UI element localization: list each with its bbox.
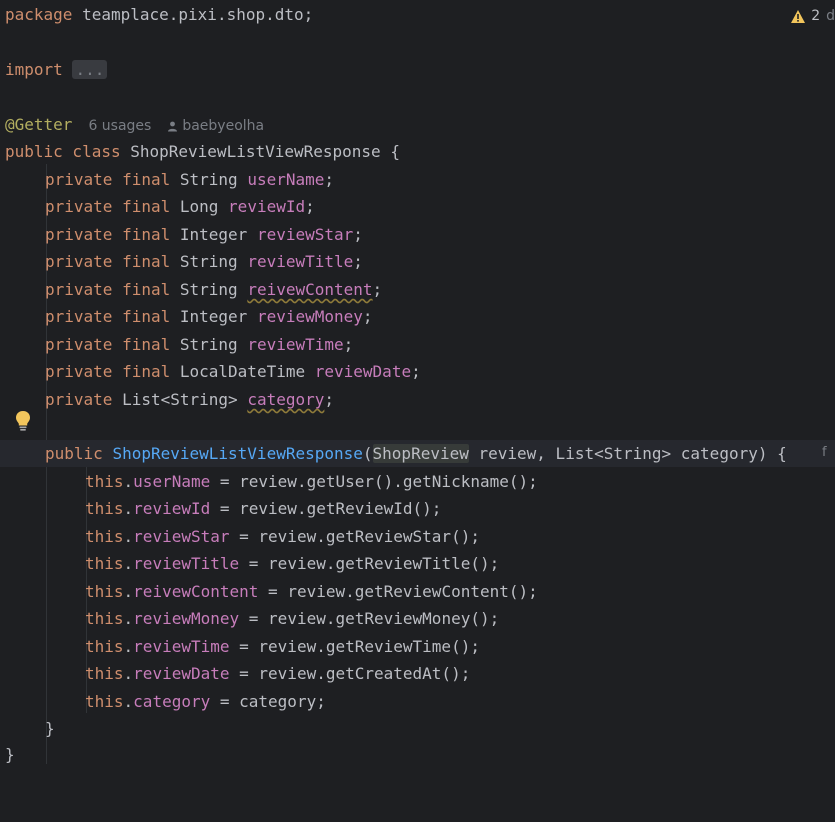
method-closing-brace: } — [45, 719, 55, 738]
field-name: reviewId — [228, 197, 306, 216]
code-line-annotation[interactable]: @Getter 6 usages baebyeolha — [0, 111, 835, 138]
code-line-field[interactable]: private final String userName; — [0, 166, 835, 193]
code-line-close-method[interactable]: } — [0, 715, 835, 742]
field-name: reivewContent — [247, 280, 373, 299]
assigned-field: reviewId — [133, 499, 211, 518]
field-modifiers: private final — [45, 307, 171, 326]
code-editor[interactable]: 2 d package teamplace.pixi.shop.dto; imp… — [0, 0, 835, 768]
field-type: Integer — [179, 307, 248, 326]
field-type: String — [179, 252, 238, 271]
field-modifiers: private final — [45, 280, 171, 299]
code-line-assignment[interactable]: this.userName = review.getUser().getNick… — [0, 468, 835, 495]
field-name: reviewTime — [247, 335, 344, 354]
class-modifiers: public class — [5, 142, 121, 161]
field-modifiers: private final — [45, 170, 171, 189]
assignment-value: category; — [239, 692, 326, 711]
assignment-value: review.getReviewStar(); — [258, 527, 480, 546]
field-modifiers: private final — [45, 335, 171, 354]
code-line-constructor[interactable]: public ShopReviewListViewResponse(ShopRe… — [0, 440, 835, 467]
code-line-assignment[interactable]: this.reviewDate = review.getCreatedAt(); — [0, 660, 835, 687]
field-name: reviewTitle — [247, 252, 354, 271]
code-line-field[interactable]: private final String reviewTime; — [0, 331, 835, 358]
field-type: String — [179, 280, 238, 299]
usages-hint[interactable]: 6 usages — [88, 118, 151, 134]
this-keyword: this — [85, 664, 124, 683]
field-modifiers: private — [45, 390, 113, 409]
field-type: Integer — [179, 225, 248, 244]
field-name: userName — [247, 170, 325, 189]
assigned-field: category — [133, 692, 211, 711]
this-keyword: this — [85, 554, 124, 573]
assigned-field: userName — [133, 472, 211, 491]
fold-gutter-icon[interactable]: f — [822, 445, 827, 460]
param-list-rest: review, List<String> category) { — [468, 444, 787, 463]
field-type: String — [179, 335, 238, 354]
field-name: reviewStar — [256, 225, 354, 244]
code-line-field[interactable]: private final String reivewContent; — [0, 276, 835, 303]
import-keyword: import — [5, 60, 63, 79]
field-modifiers: private final — [45, 362, 171, 381]
constructor-modifier: public — [45, 444, 103, 463]
this-keyword: this — [85, 472, 124, 491]
code-line-field[interactable]: private final Integer reviewStar; — [0, 221, 835, 248]
this-keyword: this — [85, 637, 124, 656]
folded-imports[interactable]: ... — [72, 60, 108, 79]
code-line-field[interactable]: private final Integer reviewMoney; — [0, 303, 835, 330]
assigned-field: reivewContent — [133, 582, 259, 601]
field-type: List<String> — [122, 390, 238, 409]
assignment-value: review.getUser().getNickname(); — [239, 472, 538, 491]
param-type: ShopReview — [372, 444, 469, 463]
assignment-value: review.getReviewId(); — [239, 499, 442, 518]
field-name: reviewDate — [314, 362, 412, 381]
code-line-field[interactable]: private final String reviewTitle; — [0, 248, 835, 275]
field-modifiers: private final — [45, 252, 171, 271]
lightbulb-icon[interactable] — [14, 410, 32, 432]
assigned-field: reviewDate — [133, 664, 230, 683]
assignment-value: review.getReviewTitle(); — [268, 554, 500, 573]
code-line-assignment[interactable]: this.reviewTitle = review.getReviewTitle… — [0, 550, 835, 577]
assigned-field: reviewMoney — [133, 609, 240, 628]
field-type: String — [179, 170, 238, 189]
constructor-name: ShopReviewListViewResponse — [112, 444, 363, 463]
assigned-field: reviewTime — [133, 637, 230, 656]
this-keyword: this — [85, 582, 124, 601]
code-line-assignment[interactable]: this.reviewId = review.getReviewId(); — [0, 495, 835, 522]
this-keyword: this — [85, 499, 124, 518]
code-line-assignment[interactable]: this.reviewStar = review.getReviewStar()… — [0, 523, 835, 550]
code-line-class-declaration[interactable]: public class ShopReviewListViewResponse … — [0, 138, 835, 165]
field-modifiers: private final — [45, 197, 171, 216]
code-line-assignment[interactable]: this.category = category; — [0, 688, 835, 715]
assigned-field: reviewStar — [133, 527, 230, 546]
package-name: teamplace.pixi.shop.dto — [82, 5, 304, 24]
field-name: category — [247, 390, 325, 409]
this-keyword: this — [85, 609, 124, 628]
this-keyword: this — [85, 527, 124, 546]
code-line-field[interactable]: private final Long reviewId; — [0, 193, 835, 220]
getter-annotation: @Getter — [5, 115, 73, 134]
assignment-value: review.getCreatedAt(); — [258, 664, 471, 683]
field-modifiers: private final — [45, 225, 171, 244]
assignment-value: review.getReviewContent(); — [287, 582, 538, 601]
assigned-field: reviewTitle — [133, 554, 240, 573]
person-icon — [168, 121, 178, 131]
assignment-value: review.getReviewMoney(); — [268, 609, 500, 628]
class-closing-brace: } — [5, 745, 15, 764]
field-name: reviewMoney — [256, 307, 363, 326]
class-name: ShopReviewListViewResponse — [130, 142, 381, 161]
code-line-field[interactable]: private final LocalDateTime reviewDate; — [0, 358, 835, 385]
package-keyword: package — [5, 5, 73, 24]
assignment-value: review.getReviewTime(); — [258, 637, 480, 656]
code-line-assignment[interactable]: this.reviewTime = review.getReviewTime()… — [0, 633, 835, 660]
field-type: Long — [179, 197, 219, 216]
code-line-package[interactable]: package teamplace.pixi.shop.dto; — [0, 1, 835, 28]
code-line-assignment[interactable]: this.reviewMoney = review.getReviewMoney… — [0, 605, 835, 632]
this-keyword: this — [85, 692, 124, 711]
code-line-close-class[interactable]: } — [0, 741, 835, 768]
code-line-import[interactable]: import ... — [0, 56, 835, 83]
field-type: LocalDateTime — [179, 362, 306, 381]
code-line-assignment[interactable]: this.reivewContent = review.getReviewCon… — [0, 578, 835, 605]
code-line-field[interactable]: private List<String> category; — [0, 386, 835, 413]
author-hint[interactable]: baebyeolha — [182, 118, 264, 134]
